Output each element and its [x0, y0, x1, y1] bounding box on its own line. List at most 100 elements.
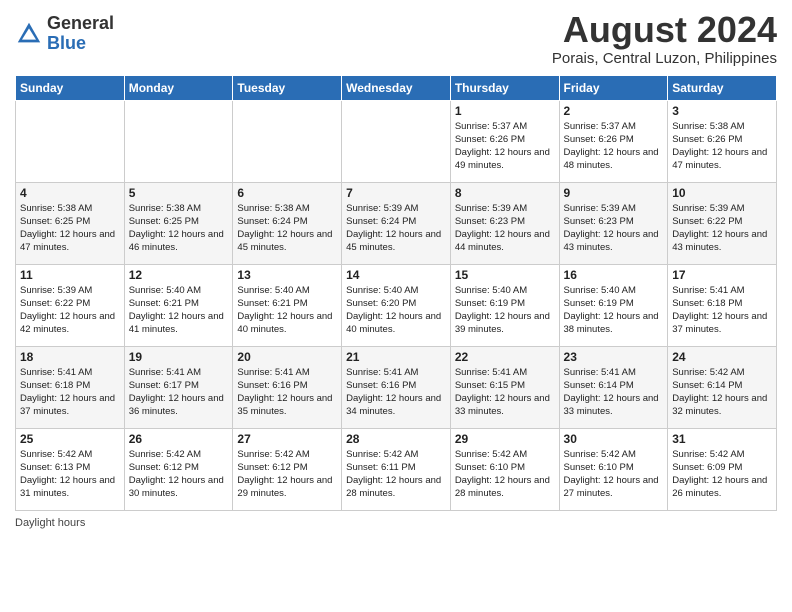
- day-info: Sunrise: 5:37 AM Sunset: 6:26 PM Dayligh…: [455, 120, 555, 173]
- day-header-saturday: Saturday: [668, 75, 777, 100]
- week-row-3: 11 Sunrise: 5:39 AM Sunset: 6:22 PM Dayli…: [16, 264, 777, 346]
- day-info: Sunrise: 5:40 AM Sunset: 6:19 PM Dayligh…: [564, 284, 664, 337]
- calendar-cell: 10 Sunrise: 5:39 AM Sunset: 6:22 PM Dayli…: [668, 182, 777, 264]
- header: General Blue August 2024 Porais, Central…: [15, 10, 777, 67]
- day-number: 31: [672, 432, 772, 446]
- calendar-cell: 7Sunrise: 5:39 AM Sunset: 6:24 PM Daylig…: [342, 182, 451, 264]
- day-number: 20: [237, 350, 337, 364]
- calendar-cell: 24 Sunrise: 5:42 AM Sunset: 6:14 PM Dayli…: [668, 346, 777, 428]
- day-number: 27: [237, 432, 337, 446]
- day-info: Sunrise: 5:40 AM Sunset: 6:19 PM Dayligh…: [455, 284, 555, 337]
- day-header-friday: Friday: [559, 75, 668, 100]
- footer: Daylight hours: [15, 517, 777, 529]
- day-info: Sunrise: 5:41 AM Sunset: 6:15 PM Dayligh…: [455, 366, 555, 419]
- day-info: Sunrise: 5:42 AM Sunset: 6:10 PM Dayligh…: [564, 448, 664, 501]
- day-info: Sunrise: 5:39 AM Sunset: 6:23 PM Dayligh…: [455, 202, 555, 255]
- day-number: 25: [20, 432, 120, 446]
- calendar-cell: 6 Sunrise: 5:38 AM Sunset: 6:24 PM Daylig…: [233, 182, 342, 264]
- day-info: Sunrise: 5:39 AM Sunset: 6:22 PM Dayligh…: [20, 284, 120, 337]
- day-number: 30: [564, 432, 664, 446]
- calendar-cell: [233, 100, 342, 182]
- calendar-cell: 3Sunrise: 5:38 AM Sunset: 6:26 PM Daylig…: [668, 100, 777, 182]
- calendar-cell: 11 Sunrise: 5:39 AM Sunset: 6:22 PM Dayli…: [16, 264, 125, 346]
- day-number: 23: [564, 350, 664, 364]
- calendar-cell: [124, 100, 233, 182]
- calendar-header: SundayMondayTuesdayWednesdayThursdayFrid…: [16, 75, 777, 100]
- day-number: 14: [346, 268, 446, 282]
- logo-general: General: [47, 14, 114, 34]
- month-title: August 2024: [552, 10, 777, 50]
- page-container: General Blue August 2024 Porais, Central…: [0, 0, 792, 539]
- calendar-cell: 13Sunrise: 5:40 AM Sunset: 6:21 PM Dayli…: [233, 264, 342, 346]
- week-row-2: 4Sunrise: 5:38 AM Sunset: 6:25 PM Daylig…: [16, 182, 777, 264]
- logo: General Blue: [15, 14, 114, 54]
- day-number: 12: [129, 268, 229, 282]
- day-info: Sunrise: 5:42 AM Sunset: 6:12 PM Dayligh…: [129, 448, 229, 501]
- calendar-cell: 4Sunrise: 5:38 AM Sunset: 6:25 PM Daylig…: [16, 182, 125, 264]
- calendar-cell: 5Sunrise: 5:38 AM Sunset: 6:25 PM Daylig…: [124, 182, 233, 264]
- day-header-wednesday: Wednesday: [342, 75, 451, 100]
- calendar-cell: 22Sunrise: 5:41 AM Sunset: 6:15 PM Dayli…: [450, 346, 559, 428]
- calendar-cell: 29Sunrise: 5:42 AM Sunset: 6:10 PM Dayli…: [450, 428, 559, 510]
- day-number: 6: [237, 186, 337, 200]
- calendar-cell: 30 Sunrise: 5:42 AM Sunset: 6:10 PM Dayli…: [559, 428, 668, 510]
- day-info: Sunrise: 5:38 AM Sunset: 6:25 PM Dayligh…: [20, 202, 120, 255]
- day-number: 1: [455, 104, 555, 118]
- calendar-cell: 16 Sunrise: 5:40 AM Sunset: 6:19 PM Dayli…: [559, 264, 668, 346]
- day-number: 8: [455, 186, 555, 200]
- day-info: Sunrise: 5:41 AM Sunset: 6:16 PM Dayligh…: [346, 366, 446, 419]
- day-number: 2: [564, 104, 664, 118]
- calendar-cell: 20 Sunrise: 5:41 AM Sunset: 6:16 PM Dayli…: [233, 346, 342, 428]
- day-number: 21: [346, 350, 446, 364]
- calendar-cell: 23 Sunrise: 5:41 AM Sunset: 6:14 PM Dayli…: [559, 346, 668, 428]
- calendar-cell: 8 Sunrise: 5:39 AM Sunset: 6:23 PM Daylig…: [450, 182, 559, 264]
- day-number: 24: [672, 350, 772, 364]
- calendar-cell: 12 Sunrise: 5:40 AM Sunset: 6:21 PM Dayli…: [124, 264, 233, 346]
- logo-icon: [15, 20, 43, 48]
- day-number: 7: [346, 186, 446, 200]
- logo-text: General Blue: [47, 14, 114, 54]
- calendar-table: SundayMondayTuesdayWednesdayThursdayFrid…: [15, 75, 777, 511]
- day-header-monday: Monday: [124, 75, 233, 100]
- week-row-5: 25 Sunrise: 5:42 AM Sunset: 6:13 PM Dayli…: [16, 428, 777, 510]
- calendar-cell: 18Sunrise: 5:41 AM Sunset: 6:18 PM Dayli…: [16, 346, 125, 428]
- day-info: Sunrise: 5:41 AM Sunset: 6:16 PM Dayligh…: [237, 366, 337, 419]
- calendar-cell: 1 Sunrise: 5:37 AM Sunset: 6:26 PM Daylig…: [450, 100, 559, 182]
- day-info: Sunrise: 5:41 AM Sunset: 6:18 PM Dayligh…: [672, 284, 772, 337]
- day-number: 11: [20, 268, 120, 282]
- calendar-cell: 9Sunrise: 5:39 AM Sunset: 6:23 PM Daylig…: [559, 182, 668, 264]
- day-info: Sunrise: 5:42 AM Sunset: 6:14 PM Dayligh…: [672, 366, 772, 419]
- day-info: Sunrise: 5:38 AM Sunset: 6:26 PM Dayligh…: [672, 120, 772, 173]
- day-number: 29: [455, 432, 555, 446]
- calendar-cell: 25 Sunrise: 5:42 AM Sunset: 6:13 PM Dayli…: [16, 428, 125, 510]
- day-number: 9: [564, 186, 664, 200]
- calendar-cell: 17 Sunrise: 5:41 AM Sunset: 6:18 PM Dayli…: [668, 264, 777, 346]
- calendar-body: 1 Sunrise: 5:37 AM Sunset: 6:26 PM Daylig…: [16, 100, 777, 510]
- day-number: 10: [672, 186, 772, 200]
- day-info: Sunrise: 5:40 AM Sunset: 6:21 PM Dayligh…: [129, 284, 229, 337]
- day-header-sunday: Sunday: [16, 75, 125, 100]
- day-info: Sunrise: 5:41 AM Sunset: 6:17 PM Dayligh…: [129, 366, 229, 419]
- day-number: 16: [564, 268, 664, 282]
- day-info: Sunrise: 5:42 AM Sunset: 6:09 PM Dayligh…: [672, 448, 772, 501]
- day-number: 15: [455, 268, 555, 282]
- day-info: Sunrise: 5:40 AM Sunset: 6:20 PM Dayligh…: [346, 284, 446, 337]
- calendar-cell: 26 Sunrise: 5:42 AM Sunset: 6:12 PM Dayli…: [124, 428, 233, 510]
- header-row: SundayMondayTuesdayWednesdayThursdayFrid…: [16, 75, 777, 100]
- title-block: August 2024 Porais, Central Luzon, Phili…: [552, 10, 777, 67]
- day-info: Sunrise: 5:41 AM Sunset: 6:14 PM Dayligh…: [564, 366, 664, 419]
- daylight-hours-label: Daylight hours: [15, 517, 85, 529]
- day-info: Sunrise: 5:39 AM Sunset: 6:22 PM Dayligh…: [672, 202, 772, 255]
- day-info: Sunrise: 5:42 AM Sunset: 6:13 PM Dayligh…: [20, 448, 120, 501]
- week-row-4: 18Sunrise: 5:41 AM Sunset: 6:18 PM Dayli…: [16, 346, 777, 428]
- location: Porais, Central Luzon, Philippines: [552, 50, 777, 67]
- calendar-cell: [342, 100, 451, 182]
- calendar-cell: 19Sunrise: 5:41 AM Sunset: 6:17 PM Dayli…: [124, 346, 233, 428]
- day-number: 26: [129, 432, 229, 446]
- day-info: Sunrise: 5:42 AM Sunset: 6:12 PM Dayligh…: [237, 448, 337, 501]
- day-info: Sunrise: 5:38 AM Sunset: 6:24 PM Dayligh…: [237, 202, 337, 255]
- calendar-cell: 21 Sunrise: 5:41 AM Sunset: 6:16 PM Dayli…: [342, 346, 451, 428]
- calendar-cell: 27 Sunrise: 5:42 AM Sunset: 6:12 PM Dayli…: [233, 428, 342, 510]
- day-number: 5: [129, 186, 229, 200]
- day-number: 17: [672, 268, 772, 282]
